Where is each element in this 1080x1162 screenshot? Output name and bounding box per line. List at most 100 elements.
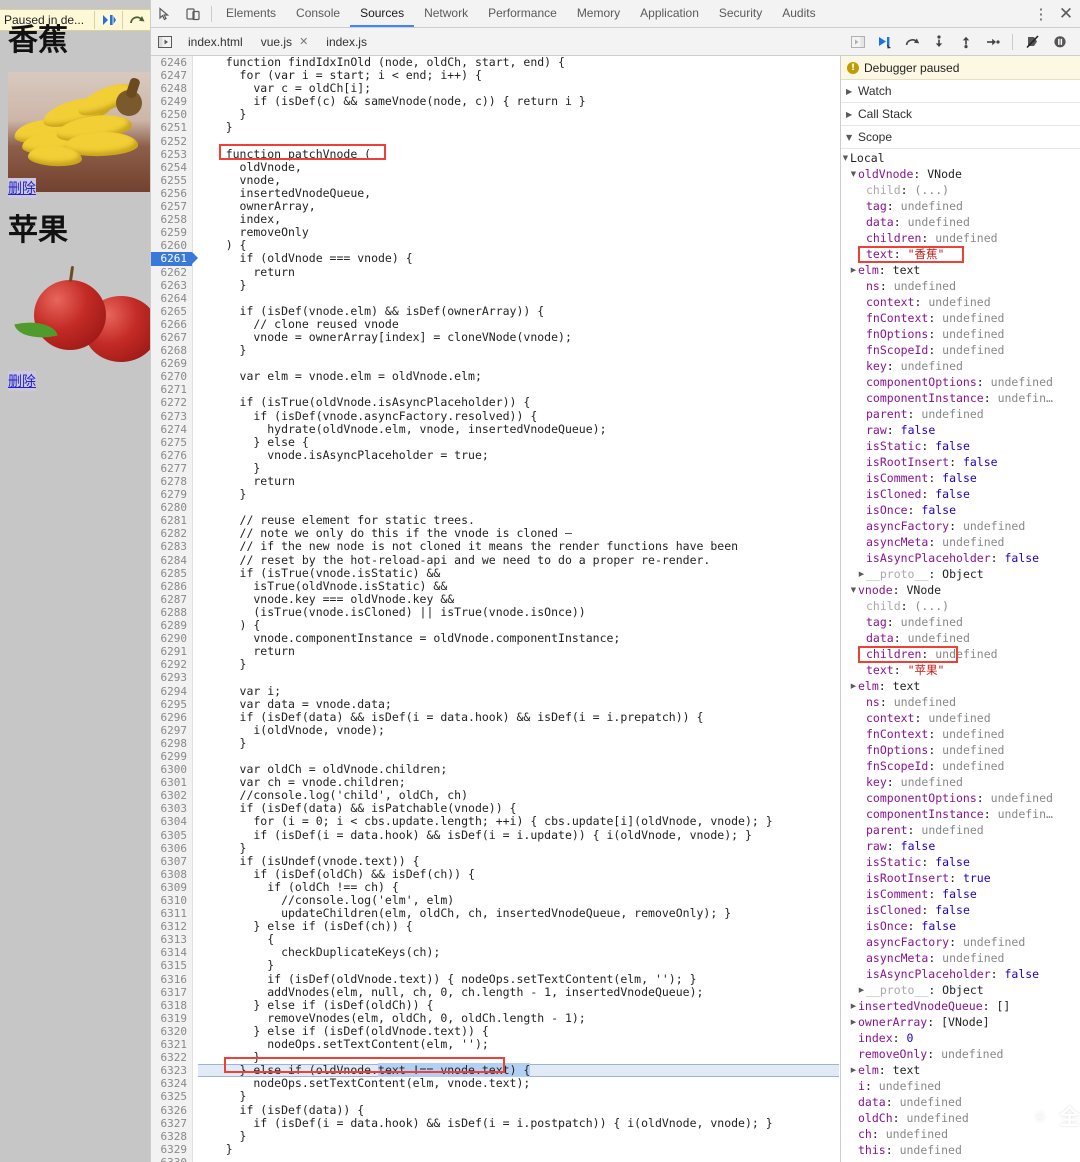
scope-entry-ns[interactable]: ns: undefined <box>841 278 1080 294</box>
line-number[interactable]: 6320 <box>151 1025 192 1038</box>
line-number[interactable]: 6316 <box>151 973 192 986</box>
line-number[interactable]: 6276 <box>151 449 192 462</box>
line-number[interactable]: 6257 <box>151 200 192 213</box>
line-number[interactable]: 6289 <box>151 619 192 632</box>
line-number[interactable]: 6307 <box>151 855 192 868</box>
scope-entry-proto[interactable]: __proto__: Object <box>841 566 1080 582</box>
scope-entry-oldch[interactable]: oldCh: undefined <box>841 1110 1080 1126</box>
line-number-gutter[interactable]: 6246 6247 6248 6249 6250 6251 6252 6253 6254 6255… <box>151 56 198 1162</box>
line-number[interactable]: 6273 <box>151 410 192 423</box>
scope-entry-isstatic[interactable]: isStatic: false <box>841 438 1080 454</box>
line-number[interactable]: 6249 <box>151 95 192 108</box>
line-number[interactable]: 6268 <box>151 344 192 357</box>
scope-entry-parent[interactable]: parent: undefined <box>841 406 1080 422</box>
tab-elements[interactable]: Elements <box>216 0 286 27</box>
line-number[interactable]: 6271 <box>151 383 192 396</box>
line-number[interactable]: 6246 <box>151 56 192 69</box>
line-number[interactable]: 6329 <box>151 1143 192 1156</box>
scope-entry-fnoptions[interactable]: fnOptions: undefined <box>841 326 1080 342</box>
show-navigator-icon[interactable] <box>151 29 179 55</box>
scope-entry-isonce[interactable]: isOnce: false <box>841 918 1080 934</box>
scope-entry-text[interactable]: text: "香蕉" <box>841 246 1080 262</box>
scope-entry-isasyncplaceholder[interactable]: isAsyncPlaceholder: false <box>841 550 1080 566</box>
scope-entry-raw[interactable]: raw: false <box>841 422 1080 438</box>
step-over-icon[interactable] <box>123 10 150 30</box>
line-number[interactable]: 6328 <box>151 1130 192 1143</box>
scope-local-root[interactable]: Local <box>841 150 1080 166</box>
line-number[interactable]: 6322 <box>151 1051 192 1064</box>
scope-entry-componentoptions[interactable]: componentOptions: undefined <box>841 790 1080 806</box>
line-number[interactable]: 6301 <box>151 776 192 789</box>
inspect-element-icon[interactable] <box>151 1 179 27</box>
line-number[interactable]: 6292 <box>151 658 192 671</box>
line-number[interactable]: 6255 <box>151 174 192 187</box>
line-number[interactable]: 6313 <box>151 933 192 946</box>
scope-entry-fnscopeid[interactable]: fnScopeId: undefined <box>841 342 1080 358</box>
scope-entry-isasyncplaceholder[interactable]: isAsyncPlaceholder: false <box>841 966 1080 982</box>
line-number[interactable]: 6315 <box>151 959 192 972</box>
section-scope[interactable]: ▼ Scope <box>841 126 1080 149</box>
chevron-right-icon[interactable] <box>849 998 858 1014</box>
line-number[interactable]: 6270 <box>151 370 192 383</box>
scope-entry-index[interactable]: index: 0 <box>841 1030 1080 1046</box>
line-number[interactable]: 6304 <box>151 815 192 828</box>
scope-entry-asyncmeta[interactable]: asyncMeta: undefined <box>841 950 1080 966</box>
scope-variables-tree[interactable]: LocaloldVnode: VNodechild: (...)tag: und… <box>841 149 1080 1158</box>
line-number[interactable]: 6275 <box>151 436 192 449</box>
tab-sources[interactable]: Sources <box>350 0 414 27</box>
tab-performance[interactable]: Performance <box>478 0 567 27</box>
line-number[interactable]: 6324 <box>151 1077 192 1090</box>
chevron-right-icon[interactable] <box>849 678 858 694</box>
tab-audits[interactable]: Audits <box>772 0 825 27</box>
show-debugger-icon[interactable] <box>844 29 872 55</box>
line-number[interactable]: 6323 <box>151 1064 192 1077</box>
line-number[interactable]: 6252 <box>151 135 192 148</box>
scope-entry-children[interactable]: children: undefined <box>841 646 1080 662</box>
line-number[interactable]: 6266 <box>151 318 192 331</box>
pause-on-exceptions-icon[interactable] <box>1047 30 1072 54</box>
line-number[interactable]: 6277 <box>151 462 192 475</box>
scope-entry-ch[interactable]: ch: undefined <box>841 1126 1080 1142</box>
line-number[interactable]: 6308 <box>151 868 192 881</box>
scope-entry-fnoptions[interactable]: fnOptions: undefined <box>841 742 1080 758</box>
line-number[interactable]: 6309 <box>151 881 192 894</box>
scope-entry-asyncmeta[interactable]: asyncMeta: undefined <box>841 534 1080 550</box>
line-number[interactable]: 6260 <box>151 239 192 252</box>
line-number[interactable]: 6303 <box>151 802 192 815</box>
line-number[interactable]: 6261 <box>151 252 198 266</box>
resume-script-execution-icon[interactable] <box>872 30 897 54</box>
scope-entry-parent[interactable]: parent: undefined <box>841 822 1080 838</box>
line-number[interactable]: 6293 <box>151 671 192 684</box>
line-number[interactable]: 6298 <box>151 737 192 750</box>
line-number[interactable]: 6300 <box>151 763 192 776</box>
scope-entry-insertedvnodequeue[interactable]: insertedVnodeQueue: [] <box>841 998 1080 1014</box>
line-number[interactable]: 6251 <box>151 121 192 134</box>
scope-entry-raw[interactable]: raw: false <box>841 838 1080 854</box>
chevron-right-icon[interactable] <box>849 262 858 278</box>
delete-link-apple[interactable]: 删除 <box>8 371 36 391</box>
scope-entry-isrootinsert[interactable]: isRootInsert: false <box>841 454 1080 470</box>
line-number[interactable]: 6330 <box>151 1156 192 1162</box>
line-number[interactable]: 6269 <box>151 357 192 370</box>
section-watch[interactable]: ▶ Watch <box>841 80 1080 103</box>
line-number[interactable]: 6284 <box>151 554 192 567</box>
scope-entry-isonce[interactable]: isOnce: false <box>841 502 1080 518</box>
scope-entry-asyncfactory[interactable]: asyncFactory: undefined <box>841 934 1080 950</box>
source-code-editor[interactable]: 6246 6247 6248 6249 6250 6251 6252 6253 6254 6255… <box>151 56 839 1162</box>
more-options-icon[interactable]: ⋮ <box>1030 5 1052 23</box>
line-number[interactable]: 6296 <box>151 711 192 724</box>
chevron-right-icon[interactable] <box>849 1062 858 1078</box>
scope-entry-asyncfactory[interactable]: asyncFactory: undefined <box>841 518 1080 534</box>
scope-entry-child[interactable]: child: (...) <box>841 598 1080 614</box>
scope-entry-proto[interactable]: __proto__: Object <box>841 982 1080 998</box>
scope-entry-this[interactable]: this: undefined <box>841 1142 1080 1158</box>
line-number[interactable]: 6290 <box>151 632 192 645</box>
line-number[interactable]: 6317 <box>151 986 192 999</box>
line-number[interactable]: 6264 <box>151 292 192 305</box>
line-number[interactable]: 6253 <box>151 148 192 161</box>
scope-entry-elm[interactable]: elm: text <box>841 262 1080 278</box>
tab-network[interactable]: Network <box>414 0 478 27</box>
line-number[interactable]: 6254 <box>151 161 192 174</box>
line-number[interactable]: 6326 <box>151 1104 192 1117</box>
line-number[interactable]: 6281 <box>151 514 192 527</box>
